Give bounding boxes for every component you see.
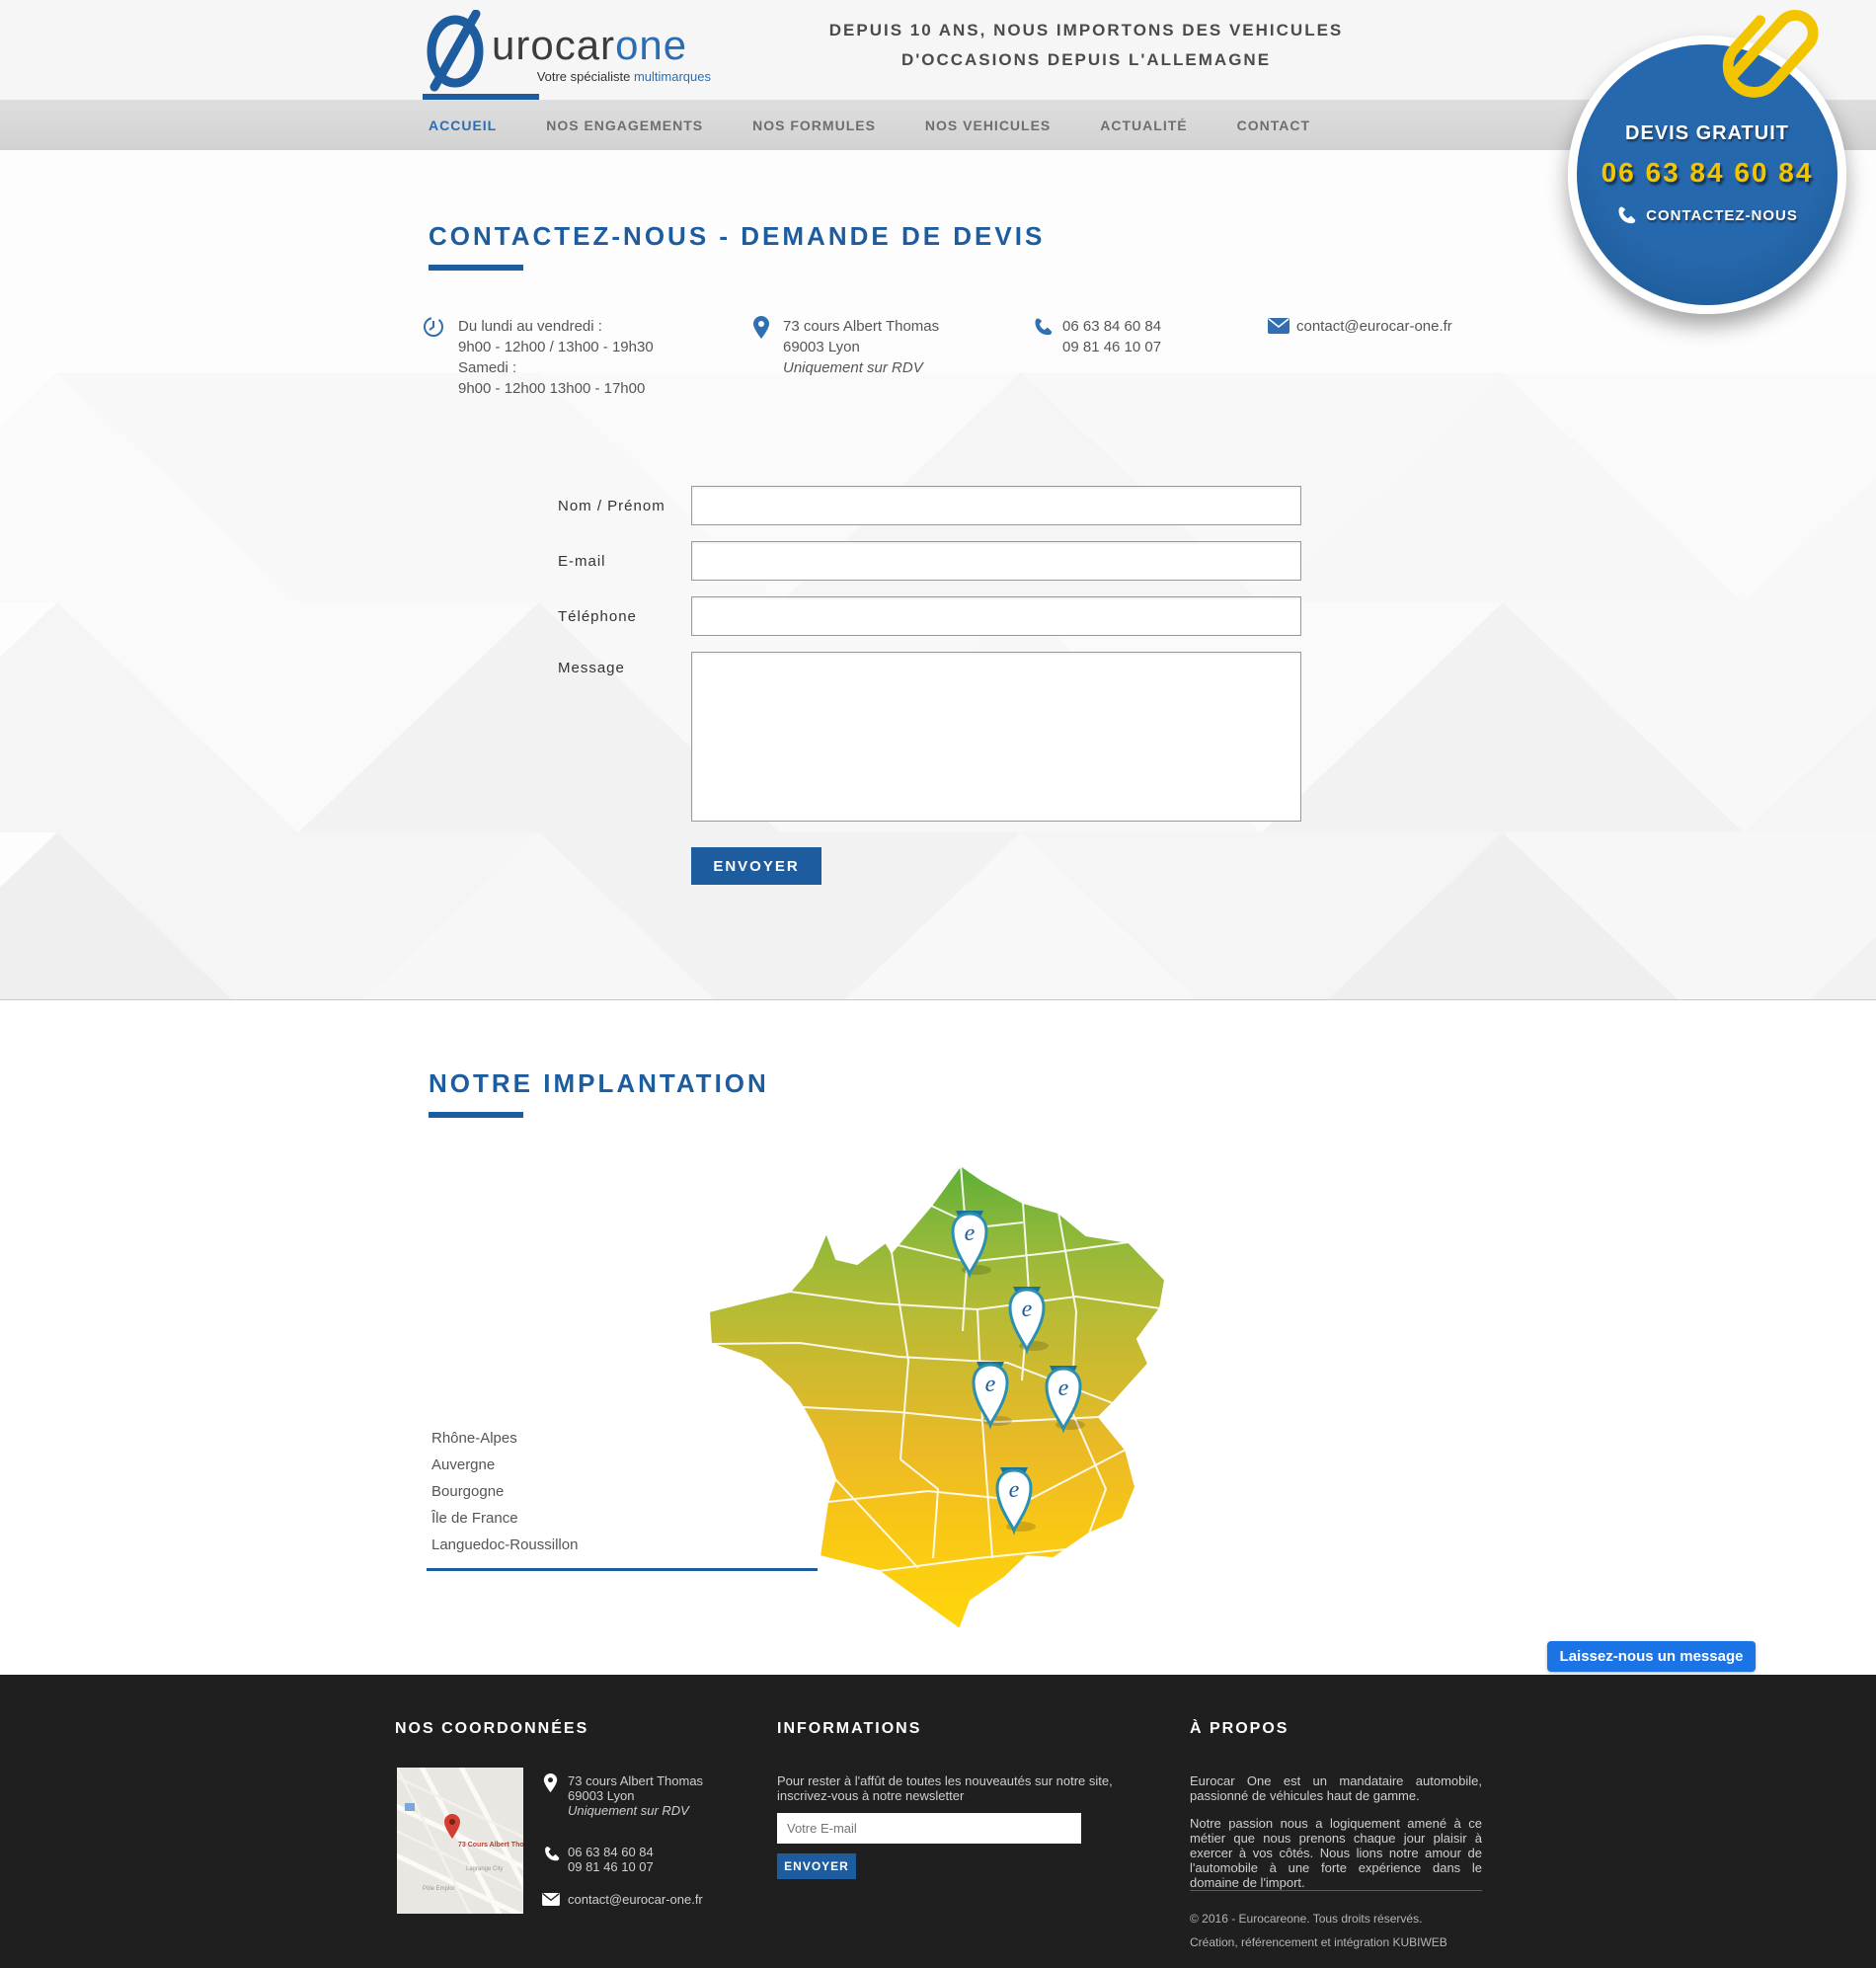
phone-icon bbox=[1616, 204, 1636, 228]
newsletter-send-button[interactable]: ENVOYER bbox=[777, 1853, 856, 1879]
svg-text:e: e bbox=[965, 1220, 976, 1246]
region-item: Languedoc-Roussillon bbox=[431, 1532, 578, 1558]
region-item: Île de France bbox=[431, 1505, 578, 1532]
svg-text:e: e bbox=[1022, 1297, 1033, 1322]
contact-title-underline bbox=[429, 265, 523, 271]
france-map: e e e e e bbox=[681, 1134, 1226, 1680]
footer-mail-icon bbox=[542, 1893, 560, 1911]
clock-icon bbox=[423, 316, 444, 343]
section-divider bbox=[0, 999, 1876, 1000]
contact-title: CONTACTEZ-NOUS - DEMANDE DE DEVIS bbox=[429, 221, 1045, 252]
nav-item-accueil[interactable]: ACCUEIL bbox=[429, 118, 497, 133]
footer-divider bbox=[1190, 1890, 1482, 1891]
credits[interactable]: Création, référencement et intégration K… bbox=[1190, 1935, 1447, 1949]
address-block: 73 cours Albert Thomas 69003 Lyon Unique… bbox=[783, 316, 939, 378]
nav-item-vehicules[interactable]: NOS VEHICULES bbox=[925, 118, 1051, 133]
message-label: Message bbox=[558, 660, 625, 676]
contact-email[interactable]: contact@eurocar-one.fr bbox=[1296, 316, 1452, 337]
chat-button[interactable]: Laissez-nous un message bbox=[1547, 1641, 1756, 1672]
mini-map-sublabel2: Pôle Emploi bbox=[423, 1886, 454, 1892]
nav-item-engagements[interactable]: NOS ENGAGEMENTS bbox=[546, 118, 703, 133]
copyright: © 2016 - Eurocareone. Tous droits réserv… bbox=[1190, 1912, 1422, 1926]
footer-pin-icon bbox=[543, 1773, 558, 1798]
phone-label: Téléphone bbox=[558, 608, 637, 625]
location-pin-icon bbox=[752, 316, 770, 345]
implantation-title-underline bbox=[429, 1112, 523, 1118]
footer-email[interactable]: contact@eurocar-one.fr bbox=[568, 1892, 703, 1907]
slogan-line2: D'OCCASIONS DEPUIS L'ALLEMAGNE bbox=[810, 45, 1363, 75]
name-field[interactable] bbox=[691, 486, 1301, 525]
badge-cta-label: CONTACTEZ-NOUS bbox=[1646, 207, 1798, 224]
mini-map-sublabel1: Lagrange City bbox=[466, 1866, 503, 1872]
send-button[interactable]: ENVOYER bbox=[691, 847, 821, 885]
name-label: Nom / Prénom bbox=[558, 498, 665, 514]
newsletter-email-input[interactable] bbox=[777, 1813, 1081, 1844]
paperclip-icon bbox=[1716, 0, 1835, 118]
phone-numbers: 06 63 84 60 84 09 81 46 10 07 bbox=[1062, 316, 1161, 357]
nav-items: ACCUEIL NOS ENGAGEMENTS NOS FORMULES NOS… bbox=[429, 100, 1310, 150]
footer-apropos-title: À PROPOS bbox=[1190, 1720, 1289, 1738]
footer-informations-title: INFORMATIONS bbox=[777, 1720, 921, 1738]
svg-text:e: e bbox=[1058, 1376, 1069, 1401]
mail-icon bbox=[1268, 318, 1290, 339]
logo-icon bbox=[425, 10, 486, 98]
newsletter-text: Pour rester à l'affût de toutes les nouv… bbox=[777, 1773, 1113, 1803]
logo-tagline: Votre spécialiste multimarques bbox=[492, 69, 711, 84]
svg-text:e: e bbox=[985, 1372, 996, 1397]
nav-item-actualite[interactable]: ACTUALITÉ bbox=[1100, 118, 1187, 133]
phone-field[interactable] bbox=[691, 596, 1301, 636]
badge-phone[interactable]: 06 63 84 60 84 bbox=[1602, 157, 1814, 189]
logo-text-accent: one bbox=[615, 22, 687, 68]
logo[interactable]: urocarone bbox=[492, 22, 687, 69]
slogan-line1: DEPUIS 10 ANS, NOUS IMPORTONS DES VEHICU… bbox=[810, 16, 1363, 45]
svg-text:e: e bbox=[1009, 1477, 1020, 1503]
apropos-paragraph-2: Notre passion nous a logiquement amené à… bbox=[1190, 1816, 1482, 1890]
footer-phone-icon bbox=[543, 1845, 560, 1866]
footer-phones: 06 63 84 60 84 09 81 46 10 07 bbox=[568, 1845, 654, 1874]
region-item: Auvergne bbox=[431, 1452, 578, 1478]
implantation-title: NOTRE IMPLANTATION bbox=[429, 1068, 769, 1099]
message-field[interactable] bbox=[691, 652, 1301, 822]
badge-title: DEVIS GRATUIT bbox=[1625, 122, 1789, 145]
email-field[interactable] bbox=[691, 541, 1301, 581]
badge-cta[interactable]: CONTACTEZ-NOUS bbox=[1616, 204, 1798, 228]
email-label: E-mail bbox=[558, 553, 606, 570]
regions-list: Rhône-Alpes Auvergne Bourgogne Île de Fr… bbox=[431, 1425, 578, 1558]
page: { "header": { "logo_text_1": "urocar", "… bbox=[0, 0, 1876, 1968]
nav-item-contact[interactable]: CONTACT bbox=[1237, 118, 1310, 133]
mini-map-label: 73 Cours Albert Thomas bbox=[458, 1842, 523, 1849]
footer-mini-map[interactable]: 73 Cours Albert Thomas Lagrange City Pôl… bbox=[397, 1768, 523, 1919]
opening-hours: Du lundi au vendredi : 9h00 - 12h00 / 13… bbox=[458, 316, 654, 399]
phone-icon bbox=[1033, 316, 1053, 341]
region-item: Bourgogne bbox=[431, 1478, 578, 1505]
region-item: Rhône-Alpes bbox=[431, 1425, 578, 1452]
footer-coordonnees-title: NOS COORDONNÉES bbox=[395, 1720, 588, 1738]
header-slogan: DEPUIS 10 ANS, NOUS IMPORTONS DES VEHICU… bbox=[810, 16, 1363, 75]
footer-address: 73 cours Albert Thomas 69003 Lyon Unique… bbox=[568, 1773, 703, 1818]
logo-text: urocar bbox=[492, 22, 615, 68]
nav-item-formules[interactable]: NOS FORMULES bbox=[752, 118, 876, 133]
apropos-paragraph-1: Eurocar One est un mandataire automobile… bbox=[1190, 1773, 1482, 1803]
